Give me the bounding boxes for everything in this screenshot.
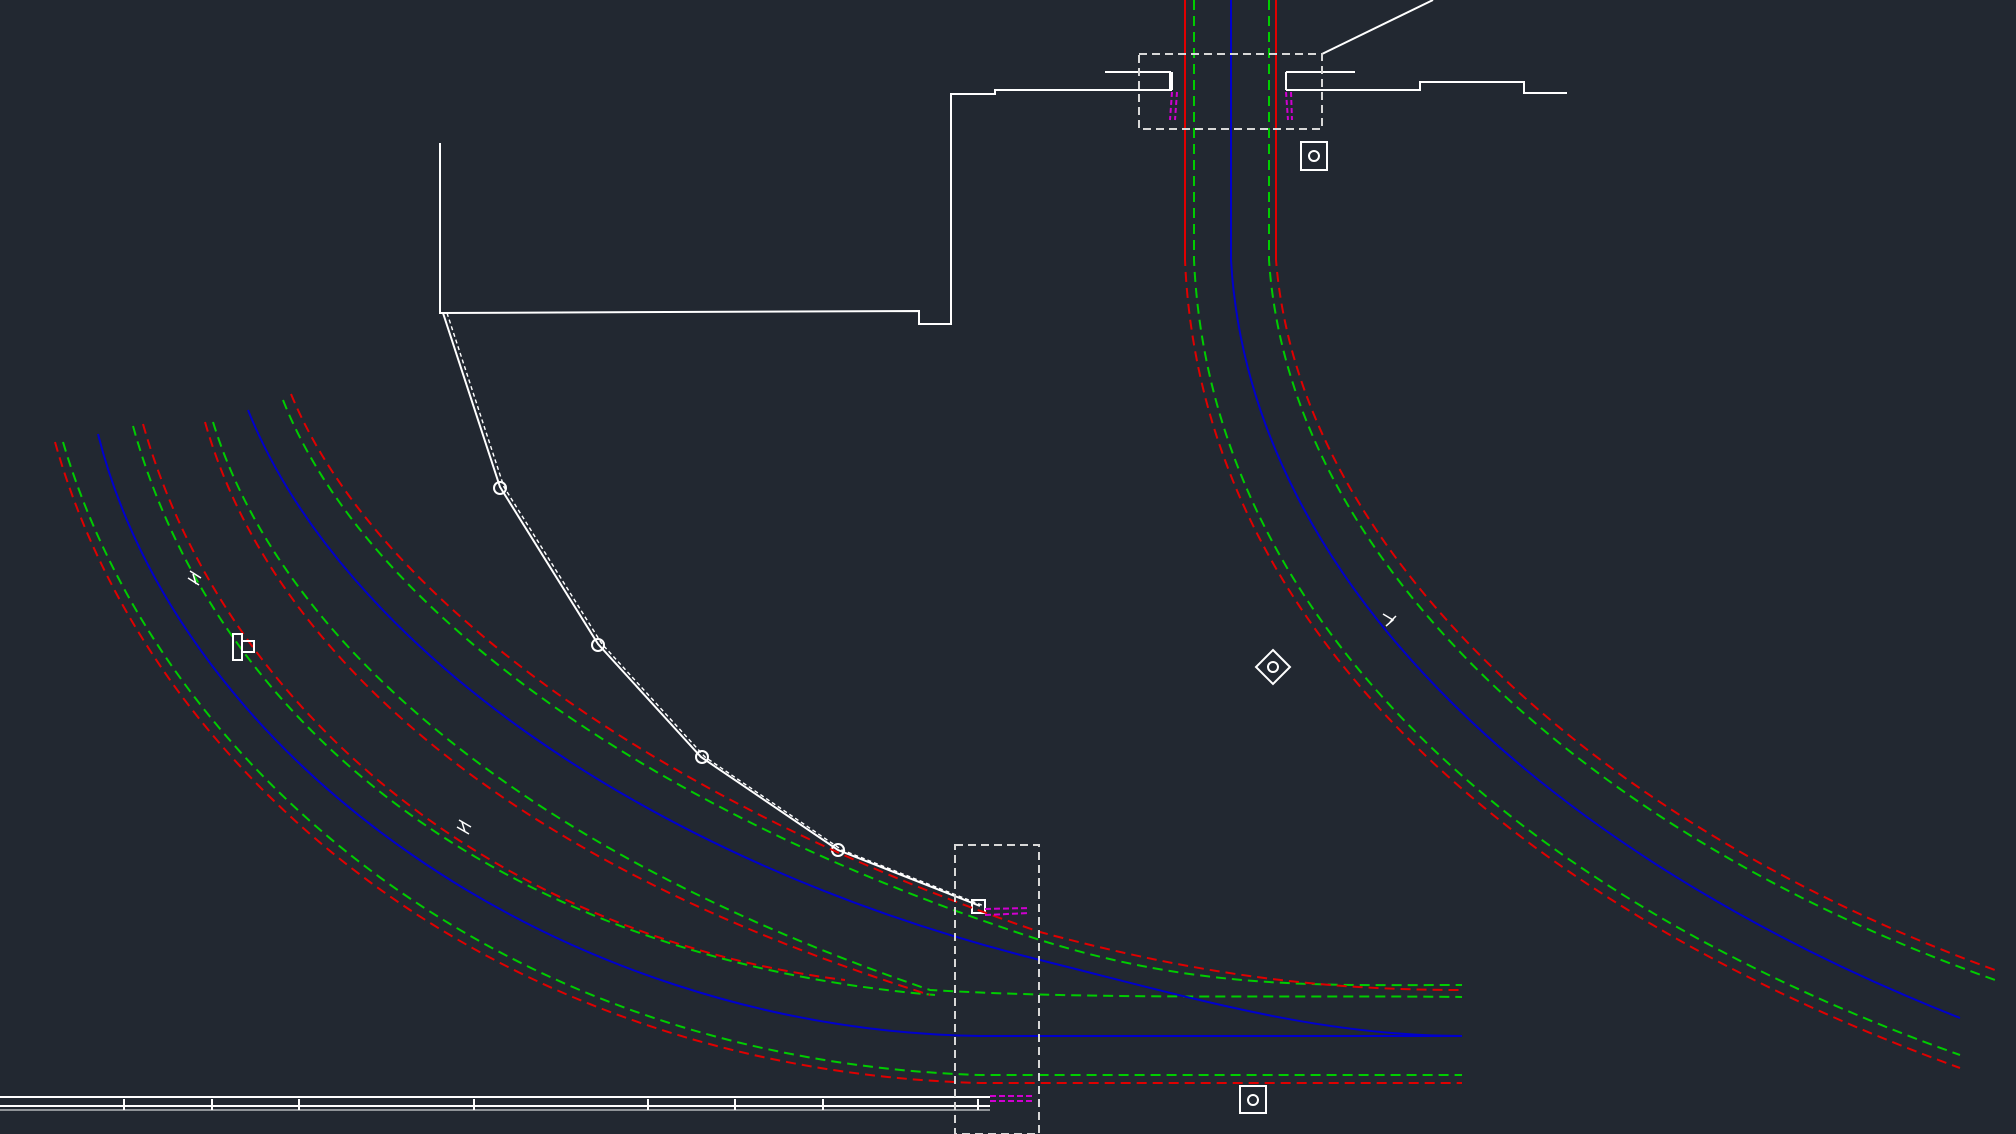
building-outline — [439, 0, 1567, 325]
left-track-b-centerline — [247, 409, 1463, 1037]
right-track-outer-red-right — [1275, 0, 1996, 971]
signal-post-icon[interactable] — [232, 633, 255, 661]
cad-drawing-canvas[interactable] — [0, 0, 2016, 1134]
diamond-marker-icon[interactable] — [1254, 648, 1292, 686]
right-track — [1184, 0, 1996, 1069]
text-glyph-icon — [456, 819, 472, 835]
text-glyph-icon — [187, 570, 202, 586]
left-track-a-centerline — [97, 433, 1462, 1037]
square-marker-icon[interactable] — [1239, 1085, 1267, 1114]
drawing-svg[interactable] — [0, 0, 2016, 1134]
right-track-centerline — [1230, 0, 1961, 1019]
text-glyph-icon — [1382, 613, 1397, 627]
square-marker-icon[interactable] — [1300, 141, 1328, 171]
right-track-green-right — [1268, 0, 1996, 981]
bottom-rail-strip — [0, 1096, 990, 1111]
platform-edge-polyline — [442, 312, 986, 914]
bottom-crossing-box[interactable] — [954, 844, 1040, 1134]
